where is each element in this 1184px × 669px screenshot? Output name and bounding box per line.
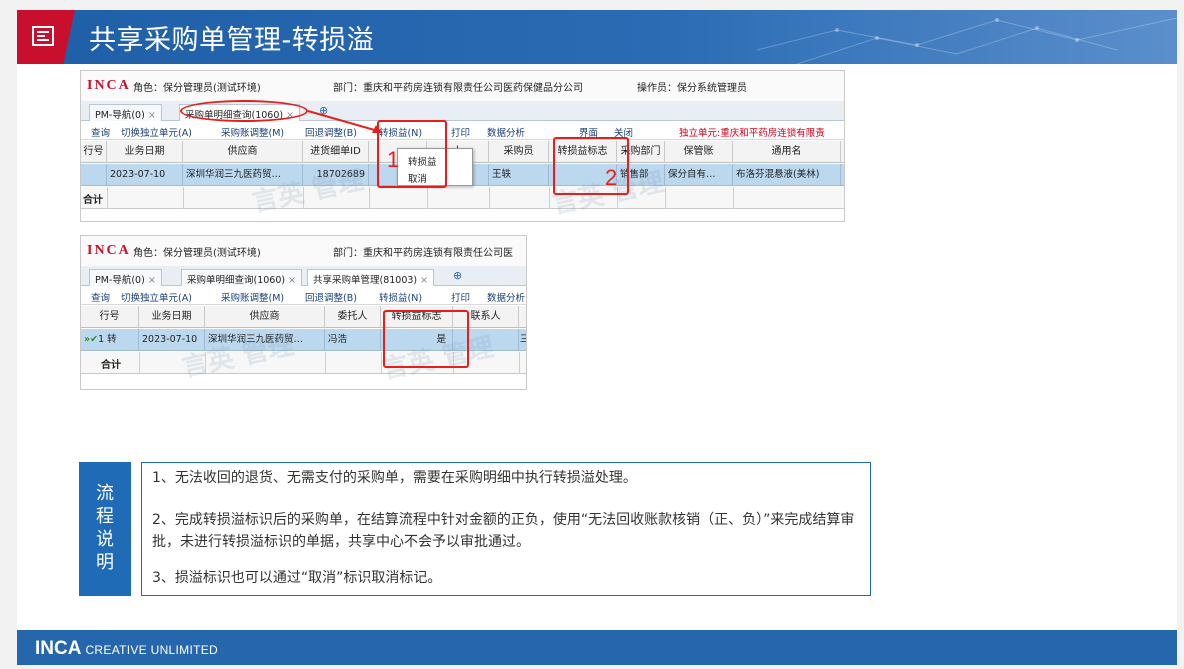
process-label: 流 程 说 明: [79, 462, 131, 596]
col-supplier[interactable]: 供应商: [183, 141, 303, 163]
process-step-3: 3、损溢标识也可以通过“取消”标识取消标记。: [152, 570, 442, 586]
app-logo: INCA: [87, 78, 131, 93]
highlight-loss-flag: [553, 137, 629, 195]
row-no-text: 1 转: [98, 334, 117, 345]
highlight-tab: [180, 100, 308, 122]
cell-row-no: [81, 164, 107, 186]
role-text: 角色：保分管理员(测试环境): [133, 248, 261, 259]
process-label-char: 说: [96, 529, 114, 550]
cell-buyer: 王轶: [489, 164, 549, 186]
menu-bar: 查询 切换独立单元(A) 采购账调整(M) 回退调整(B) 转损益(N) 打印 …: [81, 122, 844, 140]
process-label-char: 程: [96, 506, 114, 527]
dept-text: 部门：重庆和平药房连锁有限责任公司医药保健品分公司: [333, 83, 583, 94]
col-custody[interactable]: 保管账: [665, 141, 733, 163]
add-tab-icon[interactable]: ⊕: [453, 269, 462, 282]
col-row-no[interactable]: 行号: [81, 141, 107, 163]
close-icon[interactable]: ×: [288, 275, 296, 286]
menu-data-analysis[interactable]: 数据分析: [487, 290, 525, 304]
inca-logo-icon: [32, 26, 54, 46]
process-step-1: 1、无法收回的退货、无需支付的采购单，需要在采购明细中执行转损溢处理。: [152, 470, 637, 486]
menu-switch-unit[interactable]: 切换独立单元(A): [121, 125, 192, 139]
process-step-2: 2、完成转损溢标识后的采购单，在结算流程中针对金额的正负，使用“无法回收账款核销…: [152, 512, 855, 550]
grid-empty-area: [81, 210, 844, 221]
total-label: 合计: [83, 195, 103, 206]
col-date[interactable]: 业务日期: [139, 306, 205, 328]
menu-data-analysis[interactable]: 数据分析: [487, 125, 525, 139]
cell-supplier: 深圳华润三九医药贸…: [183, 164, 303, 186]
cell-date: 2023-07-10: [139, 329, 205, 351]
close-icon[interactable]: ×: [420, 275, 428, 286]
col-supplier[interactable]: 供应商: [205, 306, 325, 328]
app-bar: INCA 角色：保分管理员(测试环境) 部门：重庆和平药房连锁有限责任公司医药保…: [81, 71, 844, 101]
operator-text: 操作员：保分系统管理员: [637, 83, 747, 94]
app-bar: INCA 角色：保分管理员(测试环境) 部门：重庆和平药房连锁有限责任公司医: [81, 236, 526, 266]
footer-brand-name: INCA: [35, 638, 82, 659]
tab-bar: PM-导航(0) × 采购单明细查询(1060) × 共享采购单管理(81003) ×…: [81, 266, 526, 286]
footer-brand: INCA CREATIVE UNLIMITED: [35, 638, 218, 660]
tab-shared-purchase[interactable]: 共享采购单管理(81003) ×: [307, 269, 435, 286]
header-bar: 共享采购单管理-转损溢: [17, 10, 1177, 64]
screenshot-2: INCA 角色：保分管理员(测试环境) 部门：重庆和平药房连锁有限责任公司医 P…: [80, 235, 527, 390]
cell-row-no: »✔1 转: [81, 329, 139, 351]
tab-label: 共享采购单管理(81003): [313, 275, 418, 286]
menu-query[interactable]: 查询: [91, 125, 110, 139]
dept-text: 部门：重庆和平药房连锁有限责任公司医: [333, 248, 513, 259]
app-logo: INCA: [87, 243, 131, 258]
col-buyer[interactable]: 采购员: [489, 141, 549, 163]
menu-bar: 查询 切换独立单元(A) 采购账调整(M) 回退调整(B) 转损益(N) 打印 …: [81, 287, 526, 305]
tab-label: 采购单明细查询(1060): [187, 275, 286, 286]
page-title: 共享采购单管理-转损溢: [89, 25, 375, 56]
process-label-char: 明: [96, 552, 114, 573]
col-client[interactable]: 委托人: [325, 306, 381, 328]
step-marker-1: 1: [387, 147, 400, 172]
cell-overflow: 三: [519, 329, 526, 351]
menu-rollback[interactable]: 回退调整(B): [305, 290, 357, 304]
cell-supplier: 深圳华润三九医药贸…: [205, 329, 325, 351]
tab-label: PM-导航(0): [95, 110, 145, 121]
header-decoration: [757, 17, 1177, 64]
menu-account-adjust[interactable]: 采购账调整(M): [221, 125, 284, 139]
menu-print[interactable]: 打印: [451, 125, 470, 139]
menu-print[interactable]: 打印: [451, 290, 470, 304]
grid-total-row: 合计: [81, 187, 844, 209]
footer-tagline: CREATIVE UNLIMITED: [85, 643, 218, 657]
cell-detail-id: 18702689: [303, 164, 369, 186]
close-icon[interactable]: ×: [148, 275, 156, 286]
cell-custody: 保分自有…: [665, 164, 733, 186]
total-label: 合计: [101, 360, 121, 371]
tab-purchase-detail[interactable]: 采购单明细查询(1060) ×: [181, 269, 303, 286]
cell-client: 冯浩: [325, 329, 381, 351]
cell-date: 2023-07-10: [107, 164, 183, 186]
role-text: 角色：保分管理员(测试环境): [133, 83, 261, 94]
menu-account-adjust[interactable]: 采购账调整(M): [221, 290, 284, 304]
col-detail-id[interactable]: 进货细单ID: [303, 141, 369, 163]
process-label-char: 流: [96, 483, 114, 504]
screenshot-1: INCA 角色：保分管理员(测试环境) 部门：重庆和平药房连锁有限责任公司医药保…: [80, 70, 845, 222]
menu-transfer-loss[interactable]: 转损益(N): [379, 290, 422, 304]
col-generic-name[interactable]: 通用名: [733, 141, 841, 163]
menu-query[interactable]: 查询: [91, 290, 110, 304]
close-icon[interactable]: ×: [148, 110, 156, 121]
tab-pm-nav[interactable]: PM-导航(0) ×: [89, 104, 162, 121]
footer-bar: INCA CREATIVE UNLIMITED: [17, 630, 1177, 665]
arrow-icon: [307, 110, 382, 133]
tab-label: PM-导航(0): [95, 275, 145, 286]
process-description: 1、无法收回的退货、无需支付的采购单，需要在采购明细中执行转损溢处理。 2、完成…: [141, 462, 871, 596]
independent-unit-text: 独立单元:重庆和平药房连锁有限责: [679, 128, 825, 139]
col-row-no[interactable]: 行号: [81, 306, 139, 328]
col-date[interactable]: 业务日期: [107, 141, 183, 163]
slide: 共享采购单管理-转损溢 INCA 角色：保分管理员(测试环境) 部门：重庆和平药…: [17, 10, 1177, 665]
step-marker-2: 2: [605, 165, 618, 190]
tab-pm-nav[interactable]: PM-导航(0) ×: [89, 269, 162, 286]
grid-empty-area: [81, 375, 526, 389]
check-icon: »✔: [84, 334, 99, 345]
menu-switch-unit[interactable]: 切换独立单元(A): [121, 290, 192, 304]
cell-generic-name: 布洛芬混悬液(美林): [733, 164, 841, 186]
highlight-loss-flag: [383, 310, 469, 368]
